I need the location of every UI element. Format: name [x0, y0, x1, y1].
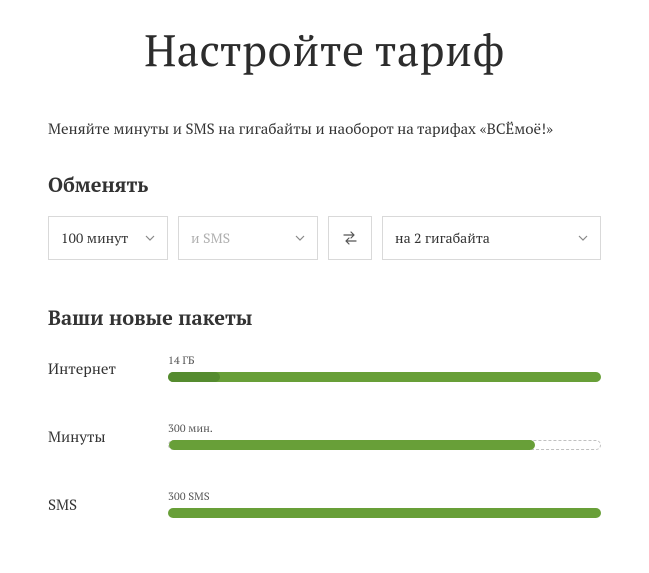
swap-icon [341, 229, 359, 247]
package-accent [168, 372, 220, 382]
package-value: 300 мин. [168, 422, 213, 436]
package-label: SMS [48, 495, 168, 515]
swap-button[interactable] [328, 216, 372, 260]
package-fill [169, 440, 535, 450]
packages-heading: Ваши новые пакеты [48, 304, 601, 331]
package-row-internet: Интернет 14 ГБ [48, 349, 601, 389]
package-value: 300 SMS [168, 490, 210, 504]
package-bar[interactable]: 300 SMS [168, 492, 601, 518]
sms-select[interactable]: и SMS [178, 216, 318, 260]
sms-select-placeholder: и SMS [191, 229, 230, 248]
package-label: Минуты [48, 427, 168, 447]
chevron-down-icon [145, 233, 155, 243]
result-select[interactable]: на 2 гигабайта [382, 216, 601, 260]
page-subtitle: Меняйте минуты и SMS на гигабайты и наоб… [48, 119, 601, 139]
package-row-minutes: Минуты 300 мин. [48, 417, 601, 457]
minutes-select[interactable]: 100 минут [48, 216, 168, 260]
package-bar[interactable]: 300 мин. [168, 424, 601, 450]
package-label: Интернет [48, 359, 168, 379]
package-fill [168, 372, 601, 382]
page-title: Настройте тариф [48, 20, 601, 79]
package-fill [168, 508, 601, 518]
chevron-down-icon [578, 233, 588, 243]
chevron-down-icon [295, 233, 305, 243]
package-row-sms: SMS 300 SMS [48, 485, 601, 525]
minutes-select-value: 100 минут [61, 229, 128, 248]
packages-list: Интернет 14 ГБ Минуты 300 мин. SMS 300 [48, 349, 601, 525]
result-select-value: на 2 гигабайта [395, 229, 490, 248]
exchange-row: 100 минут и SMS на 2 гигабайта [48, 216, 601, 260]
package-value: 14 ГБ [168, 354, 195, 368]
package-bar[interactable]: 14 ГБ [168, 356, 601, 382]
exchange-heading: Обменять [48, 171, 601, 198]
